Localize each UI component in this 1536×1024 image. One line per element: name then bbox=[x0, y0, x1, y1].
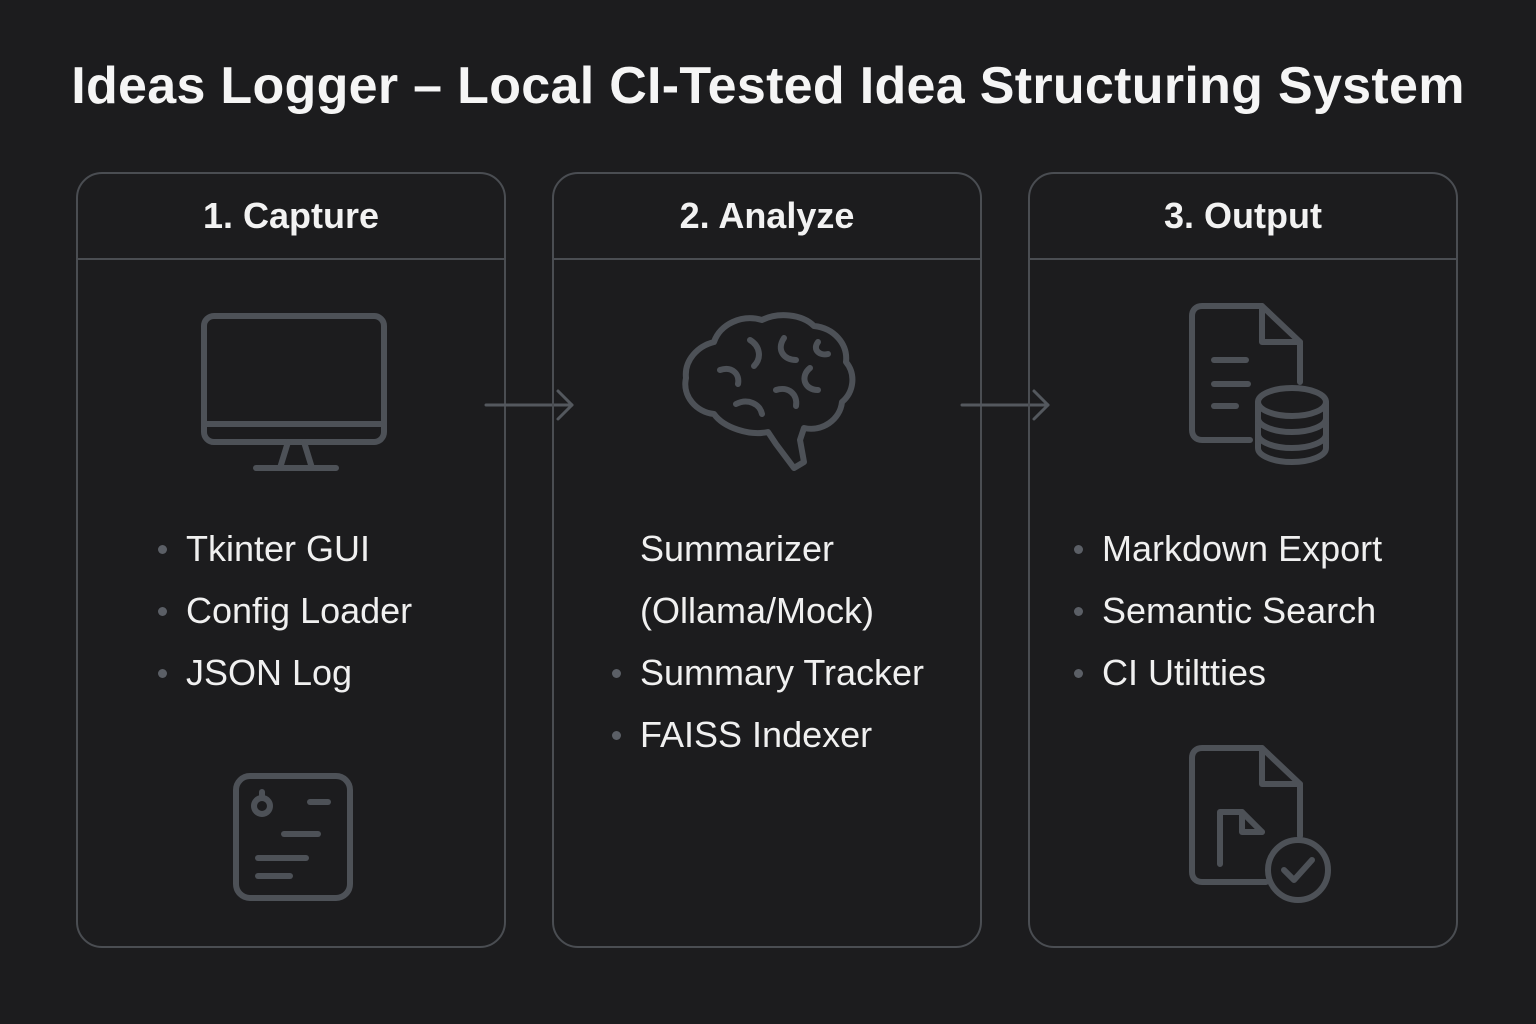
output-list: Markdown Export Semantic Search CI Utilt… bbox=[1074, 518, 1383, 704]
list-item: FAISS Indexer bbox=[612, 704, 924, 766]
panel-output: 3. Output Markdown Export Semantic Searc… bbox=[1028, 172, 1458, 948]
list-item: (Ollama/Mock) bbox=[640, 580, 924, 642]
log-note-icon bbox=[232, 772, 356, 904]
item-label: Markdown Export bbox=[1102, 528, 1383, 569]
panel-header: 1. Capture bbox=[78, 174, 504, 260]
item-label: CI Utiltties bbox=[1102, 652, 1267, 693]
analyze-list: Summarizer (Ollama/Mock) Summary Tracker… bbox=[612, 518, 925, 766]
brain-icon bbox=[680, 310, 860, 474]
bullet bbox=[1074, 607, 1083, 616]
document-database-icon bbox=[1188, 302, 1334, 472]
list-item: JSON Log bbox=[158, 642, 412, 704]
list-item: Summarizer bbox=[640, 518, 924, 580]
bullet bbox=[1074, 545, 1083, 554]
panel-header: 2. Analyze bbox=[554, 174, 980, 260]
item-label: Semantic Search bbox=[1102, 590, 1377, 631]
item-label: Config Loader bbox=[186, 590, 413, 631]
item-label: Summary Tracker bbox=[640, 652, 925, 693]
monitor-icon bbox=[200, 312, 390, 474]
bullet bbox=[612, 731, 621, 740]
bullet bbox=[158, 545, 167, 554]
list-item: Markdown Export bbox=[1074, 518, 1383, 580]
panel-header: 3. Output bbox=[1030, 174, 1456, 260]
capture-list: Tkinter GUI Config Loader JSON Log bbox=[158, 518, 413, 704]
bullet bbox=[1074, 669, 1083, 678]
list-item: Tkinter GUI bbox=[158, 518, 412, 580]
bullet bbox=[612, 669, 621, 678]
list-item: Config Loader bbox=[158, 580, 413, 642]
panel-title: 3. Output bbox=[1164, 195, 1322, 236]
file-check-icon bbox=[1188, 744, 1336, 908]
panel-title: 1. Capture bbox=[202, 195, 380, 236]
panel-analyze: 2. Analyze Summarizer (Ollama/Mock) Summ… bbox=[552, 172, 982, 948]
diagram-title: Ideas Logger – Local CI-Tested Idea Stru… bbox=[71, 57, 1465, 115]
item-label: JSON Log bbox=[186, 652, 353, 693]
panel-title: 2. Analyze bbox=[679, 195, 855, 236]
bullet bbox=[158, 669, 167, 678]
list-item: Summary Tracker bbox=[612, 642, 925, 704]
bullet bbox=[158, 607, 167, 616]
item-label: (Ollama/Mock) bbox=[640, 590, 875, 631]
item-label: FAISS Indexer bbox=[640, 714, 873, 755]
item-label: Summarizer bbox=[640, 528, 835, 569]
list-item: CI Utiltties bbox=[1074, 642, 1382, 704]
list-item: Semantic Search bbox=[1074, 580, 1382, 642]
item-label: Tkinter GUI bbox=[186, 528, 371, 569]
panel-capture: 1. Capture Tkinter GUI Config Loader JSO… bbox=[76, 172, 506, 948]
